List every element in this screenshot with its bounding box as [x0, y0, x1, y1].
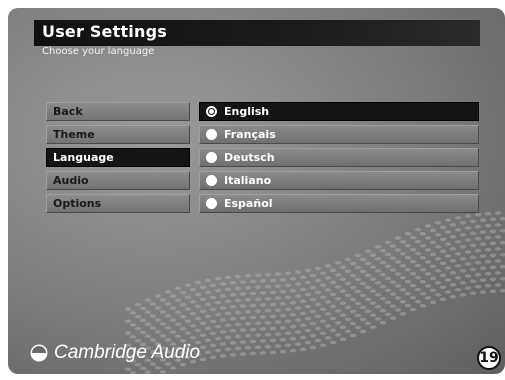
radio-unselected-icon [206, 152, 217, 163]
menu-item-back[interactable]: Back [46, 102, 190, 121]
language-option-italiano[interactable]: Italiano [199, 171, 479, 190]
page-title: User Settings [42, 22, 167, 41]
brand-name: Cambridge Audio [54, 342, 201, 363]
radio-unselected-icon [206, 175, 217, 186]
menu-item-options[interactable]: Options [46, 194, 190, 213]
cambridge-audio-logo-icon [30, 344, 48, 362]
radio-unselected-icon [206, 198, 217, 209]
language-options: English Français Deutsch Italiano Españo… [199, 102, 479, 217]
menu-item-audio[interactable]: Audio [46, 171, 190, 190]
settings-screen: User Settings Choose your language Back … [8, 8, 505, 374]
page-subtitle: Choose your language [42, 46, 155, 57]
settings-menu: Back Theme Language Audio Options [46, 102, 190, 217]
menu-item-language[interactable]: Language [46, 148, 190, 167]
menu-item-theme[interactable]: Theme [46, 125, 190, 144]
language-label: Español [224, 197, 273, 210]
language-option-english[interactable]: English [199, 102, 479, 121]
page-number-badge: 19 [477, 346, 501, 370]
language-option-deutsch[interactable]: Deutsch [199, 148, 479, 167]
language-label: Italiano [224, 174, 272, 187]
language-label: Deutsch [224, 151, 275, 164]
language-option-espanol[interactable]: Español [199, 194, 479, 213]
brand-logo: Cambridge Audio [30, 342, 200, 364]
language-option-francais[interactable]: Français [199, 125, 479, 144]
radio-selected-icon [206, 106, 217, 117]
language-label: Français [224, 128, 276, 141]
radio-unselected-icon [206, 129, 217, 140]
language-label: English [224, 105, 270, 118]
